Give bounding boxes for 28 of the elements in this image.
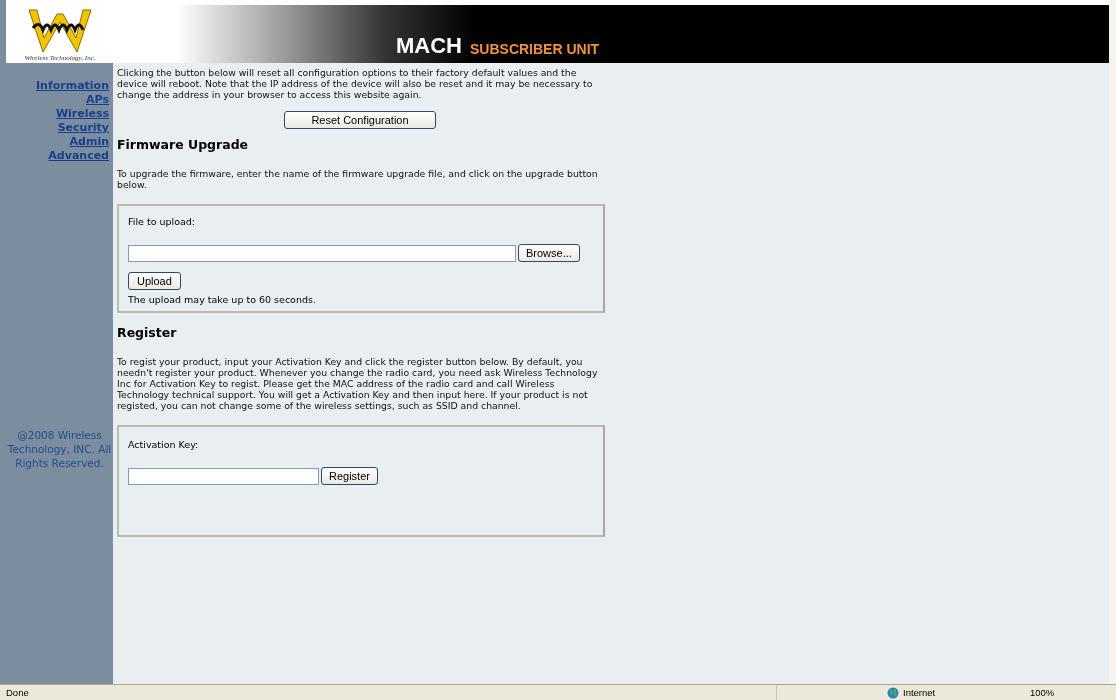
nav-link[interactable]: Security: [57, 121, 109, 135]
upload-note: The upload may take up to 60 seconds.: [128, 294, 317, 305]
copyright-text: @2008 Wireless Technology, INC. All Rights Reserved.: [6, 428, 113, 470]
activation-key-field[interactable]: [128, 467, 319, 485]
reset-button[interactable]: Reset Configuration: [284, 111, 436, 129]
section-title: Firmware Upgrade: [117, 137, 250, 152]
status-text: Done: [5, 687, 30, 698]
nav-link[interactable]: APs: [86, 93, 109, 107]
logo-icon: [25, 8, 95, 54]
product-subtitle: SUBSCRIBER UNIT: [470, 40, 600, 58]
section-title: Register: [117, 325, 178, 340]
register-description: To regist your product, input your Activation Key and click the register button below. By default, you needn't register your product. Whenever you change the radio card, you need ask Wireless Technology Inc for Activation Key to regist. Please get the MAC address of the radio card and call Wireless Technology technical support. You will get a Activation Key and then input here. If your product is not registed, you can not change some of the wireless settings, such as SSID and channel.: [117, 356, 599, 411]
file-field[interactable]: [128, 244, 516, 262]
register-button[interactable]: Register: [321, 467, 378, 485]
nav-link[interactable]: Wireless: [55, 107, 109, 121]
zone-text: Internet: [903, 687, 936, 698]
field-label: Activation Key:: [128, 439, 200, 450]
globe-icon: [887, 686, 899, 699]
browse-button[interactable]: Browse...: [518, 244, 580, 262]
field-label: File to upload:: [128, 216, 197, 227]
firmware-description: To upgrade the firmware, enter the name of the firmware upgrade file, and click on the upgrade button below.: [117, 168, 599, 190]
nav-link[interactable]: Information: [36, 79, 109, 93]
upload-button[interactable]: Upload: [128, 272, 181, 290]
zoom-control[interactable]: 100%: [1022, 687, 1055, 698]
product-name: MACH: [396, 34, 462, 58]
nav-link[interactable]: Advanced: [48, 149, 109, 163]
reset-description: Clicking the button below will reset all configuration options to their factory default values and the device will reboot. Note that the IP address of the device will also be reset and it may be necessary to change the address in your browser to access this website again.: [117, 67, 594, 100]
nav-link[interactable]: Admin: [69, 135, 109, 149]
